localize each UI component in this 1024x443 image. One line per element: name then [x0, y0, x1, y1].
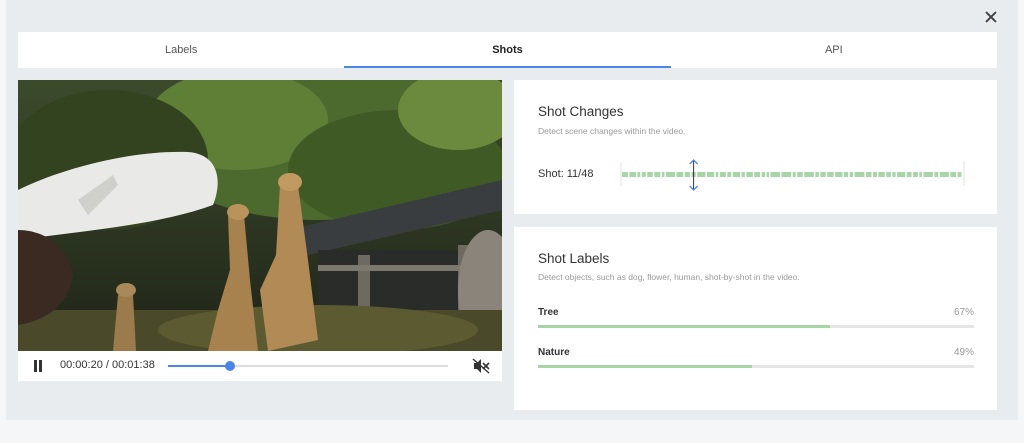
player-controls: 00:00:20 / 00:01:38: [18, 351, 502, 381]
shot-segment[interactable]: [746, 172, 753, 177]
seek-bar[interactable]: [168, 361, 448, 371]
label-name: Nature: [538, 347, 570, 358]
shot-segment[interactable]: [815, 172, 819, 177]
label-percent: 67%: [953, 307, 974, 318]
shot-segment[interactable]: [665, 172, 675, 177]
shot-segment[interactable]: [804, 172, 814, 177]
label-confidence-track: [538, 325, 974, 328]
shot-segment[interactable]: [843, 172, 849, 177]
shot-segment[interactable]: [820, 172, 826, 177]
shot-segment[interactable]: [878, 172, 885, 177]
shot-segment[interactable]: [957, 172, 962, 177]
pause-icon[interactable]: [32, 360, 44, 372]
shot-segment[interactable]: [697, 172, 706, 177]
shot-segment[interactable]: [719, 172, 726, 177]
shot-segment[interactable]: [886, 172, 891, 177]
shot-segment[interactable]: [629, 172, 636, 177]
shot-segment[interactable]: [897, 172, 906, 177]
shot-segment[interactable]: [715, 172, 719, 177]
giraffes-video-image: [18, 80, 502, 351]
tab-api[interactable]: API: [671, 32, 997, 68]
seek-handle[interactable]: [224, 361, 235, 371]
video-frame[interactable]: [18, 80, 502, 351]
muted-volume-icon[interactable]: [472, 358, 490, 374]
shot-segment[interactable]: [754, 172, 761, 177]
shot-segment[interactable]: [934, 172, 939, 177]
shot-segment[interactable]: [835, 172, 843, 177]
shot-segment[interactable]: [865, 172, 872, 177]
shot-segment[interactable]: [684, 172, 690, 177]
shot-segment[interactable]: [939, 172, 949, 177]
shot-segment[interactable]: [761, 172, 766, 177]
time-display: 00:00:20 / 00:01:38: [60, 359, 155, 371]
shot-segment[interactable]: [781, 172, 792, 177]
shot-segment[interactable]: [950, 172, 957, 177]
shot-counter: Shot: 11/48: [538, 168, 594, 180]
label-percent: 49%: [953, 347, 974, 358]
label-row-tree: Tree 67%: [538, 307, 974, 337]
shot-changes-title: Shot Changes: [538, 104, 624, 119]
shot-changes-card: Shot Changes Detect scene changes within…: [514, 80, 997, 214]
video-player: 00:00:20 / 00:01:38: [18, 80, 502, 381]
shot-segment[interactable]: [622, 172, 628, 177]
shot-segment[interactable]: [873, 172, 877, 177]
label-name: Tree: [538, 307, 559, 318]
label-confidence-bar: [538, 365, 752, 368]
shot-labels-subtitle: Detect objects, such as dog, flower, hum…: [538, 272, 800, 282]
shot-segment[interactable]: [792, 172, 796, 177]
seek-bar-progress: [168, 365, 230, 367]
shot-changes-subtitle: Detect scene changes within the video.: [538, 126, 686, 136]
shot-segment[interactable]: [637, 172, 641, 177]
shot-segment[interactable]: [732, 172, 741, 177]
shot-segment[interactable]: [676, 172, 684, 177]
shot-segment[interactable]: [654, 172, 661, 177]
tab-bar: Labels Shots API: [18, 32, 997, 68]
shot-segment[interactable]: [797, 172, 803, 177]
shot-labels-title: Shot Labels: [538, 251, 610, 266]
shot-segment[interactable]: [923, 172, 933, 177]
close-icon[interactable]: [979, 5, 1003, 29]
current-shot-marker[interactable]: [689, 159, 699, 191]
label-row-nature: Nature 49%: [538, 347, 974, 377]
label-confidence-bar: [538, 325, 831, 328]
shot-segment[interactable]: [770, 172, 780, 177]
shot-segment[interactable]: [827, 172, 834, 177]
shot-segment[interactable]: [854, 172, 865, 177]
shot-segment[interactable]: [766, 172, 769, 177]
shot-segment[interactable]: [647, 172, 653, 177]
shot-segment[interactable]: [849, 172, 854, 177]
label-confidence-track: [538, 365, 974, 368]
shot-segment[interactable]: [919, 172, 922, 177]
shot-segment[interactable]: [727, 172, 732, 177]
shot-segment[interactable]: [706, 172, 715, 177]
shot-timeline[interactable]: [620, 158, 965, 192]
shot-labels-card: Shot Labels Detect objects, such as dog,…: [514, 227, 997, 410]
tab-shots[interactable]: Shots: [344, 32, 671, 68]
tab-labels[interactable]: Labels: [18, 32, 344, 68]
shot-segment[interactable]: [906, 172, 912, 177]
shot-segment[interactable]: [661, 172, 665, 177]
shot-segment[interactable]: [892, 172, 896, 177]
shot-segment[interactable]: [913, 172, 918, 177]
shot-segment[interactable]: [741, 172, 745, 177]
shot-segment[interactable]: [641, 172, 646, 177]
